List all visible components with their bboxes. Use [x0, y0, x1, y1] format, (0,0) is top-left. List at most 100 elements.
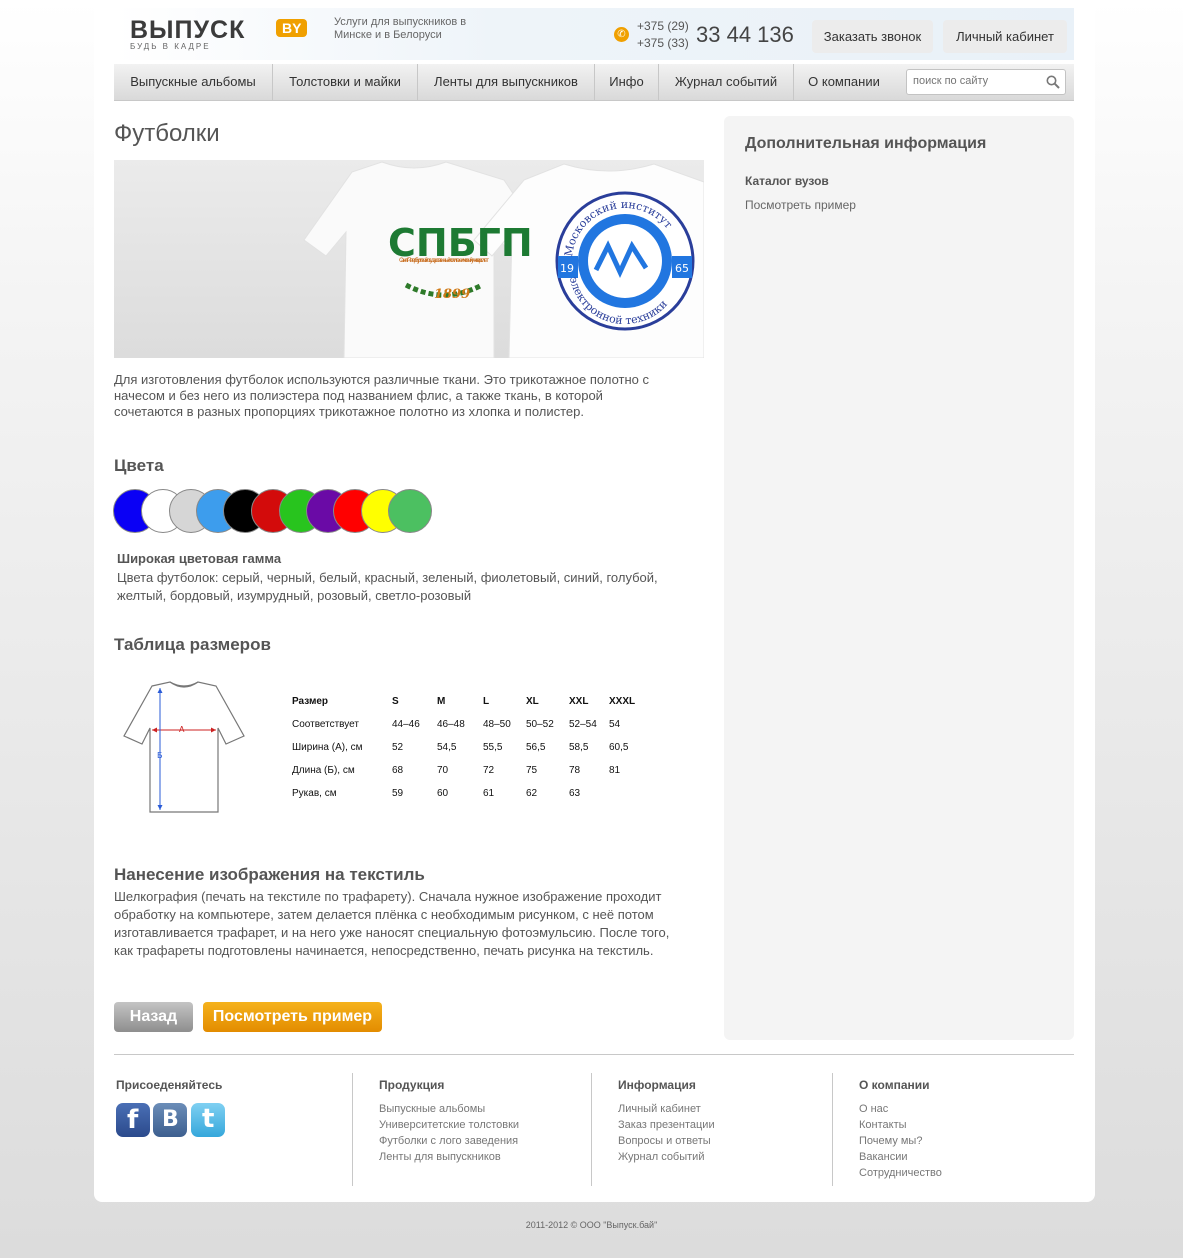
print-heading: Нанесение изображения на текстиль — [114, 865, 425, 884]
color-swatch[interactable] — [388, 489, 432, 533]
footer-link[interactable]: Почему мы? — [859, 1133, 942, 1149]
color-swatches — [113, 489, 443, 533]
sidebar-example-link[interactable]: Посмотреть пример — [745, 198, 856, 212]
logo-badge: BY — [276, 19, 308, 37]
header-services-text: Услуги для выпускников в Минске и в Бело… — [334, 16, 467, 41]
nav-item-hoodies[interactable]: Толстовки и майки — [273, 64, 418, 100]
footer-link[interactable]: Сотрудничество — [859, 1165, 942, 1181]
nav-item-about[interactable]: О компании — [794, 64, 894, 100]
footer-heading: Информация — [618, 1078, 696, 1092]
footer-link[interactable]: Вопросы и ответы — [618, 1133, 715, 1149]
table-cell: Ширина (А), см — [292, 742, 363, 753]
logo[interactable]: ВЫПУСК BY БУДЬ В КАДРЕ — [130, 16, 320, 56]
table-cell: 46–48 — [437, 719, 465, 730]
footer-heading: Продукция — [379, 1078, 445, 1092]
table-cell: XL — [526, 696, 539, 707]
footer-links: О нас Контакты Почему мы? Вакансии Сотру… — [859, 1101, 942, 1181]
footer-link[interactable]: Футболки с лого заведения — [379, 1133, 519, 1149]
footer-link[interactable]: Заказ презентации — [618, 1117, 715, 1133]
main-nav: Выпускные альбомы Толстовки и майки Лент… — [114, 64, 1074, 101]
print-text: Шелкография (печать на текстиле по трафа… — [114, 889, 670, 958]
footer-col-products: Продукция Выпускные альбомы Университетс… — [352, 1073, 589, 1186]
table-cell: 56,5 — [526, 742, 546, 753]
table-cell: 70 — [437, 765, 449, 776]
right-shirt-year-right: 65 — [675, 262, 689, 275]
right-shirt-year-left: 19 — [560, 262, 574, 275]
footer-link[interactable]: Контакты — [859, 1117, 942, 1133]
vkontakte-icon[interactable]: B — [153, 1103, 187, 1137]
colors-heading: Цвета — [114, 456, 164, 475]
product-banner: СПБГП Санкт-Петербургский государственны… — [114, 160, 704, 358]
facebook-icon[interactable]: f — [116, 1103, 150, 1137]
table-cell: S — [392, 696, 399, 707]
table-cell: 44–46 — [392, 719, 420, 730]
table-cell: Соответствует — [292, 719, 359, 730]
search-icon[interactable] — [1046, 75, 1060, 89]
table-cell: 60,5 — [609, 742, 629, 753]
colors-subheading: Широкая цветовая гамма — [117, 551, 282, 566]
table-cell: 54 — [609, 719, 621, 730]
page-container: ВЫПУСК BY БУДЬ В КАДРЕ Услуги для выпуск… — [94, 0, 1095, 1202]
twitter-icon[interactable]: t — [191, 1103, 225, 1137]
table-cell: M — [437, 696, 446, 707]
table-cell: 78 — [569, 765, 581, 776]
phone-icon: ✆ — [614, 27, 629, 42]
footer-links: Выпускные альбомы Университетские толсто… — [379, 1101, 519, 1165]
table-row: Соответствует 44–46 46–48 48–50 50–52 52… — [292, 713, 649, 736]
table-cell: 55,5 — [483, 742, 503, 753]
footer-link[interactable]: Ленты для выпускников — [379, 1149, 519, 1165]
diagram-label-b: Б — [157, 751, 163, 760]
table-cell: 50–52 — [526, 719, 554, 730]
nav-item-events[interactable]: Журнал событий — [659, 64, 794, 100]
personal-cabinet-button[interactable]: Личный кабинет — [943, 20, 1067, 53]
footer-link[interactable]: Выпускные альбомы — [379, 1101, 519, 1117]
footer-link[interactable]: О нас — [859, 1101, 942, 1117]
table-cell: 52–54 — [569, 719, 597, 730]
footer-links: Личный кабинет Заказ презентации Вопросы… — [618, 1101, 715, 1165]
table-cell: 63 — [569, 788, 581, 799]
nav-item-info[interactable]: Инфо — [595, 64, 659, 100]
table-row: Длина (Б), см 68 70 72 75 78 81 — [292, 759, 649, 782]
table-cell: 62 — [526, 788, 538, 799]
table-cell: 52 — [392, 742, 404, 753]
sizes-heading: Таблица размеров — [114, 635, 271, 654]
footer-col-company: О компании О нас Контакты Почему мы? Вак… — [832, 1073, 1069, 1186]
footer-col-info: Информация Личный кабинет Заказ презента… — [591, 1073, 828, 1186]
view-example-button[interactable]: Посмотреть пример — [203, 1002, 382, 1032]
search-input[interactable] — [913, 70, 1039, 92]
table-cell: 60 — [437, 788, 449, 799]
diagram-label-a: А — [179, 725, 185, 734]
table-cell: Рукав, см — [292, 788, 337, 799]
footer-link[interactable]: Университетские толстовки — [379, 1117, 519, 1133]
table-cell — [609, 782, 649, 805]
footer-divider — [114, 1054, 1074, 1055]
table-cell: Размер — [292, 696, 329, 707]
order-call-button[interactable]: Заказать звонок — [812, 20, 933, 53]
sidebar-subtitle: Каталог вузов — [745, 174, 829, 188]
table-cell: 48–50 — [483, 719, 511, 730]
table-cell: 81 — [609, 765, 621, 776]
copyright: 2011-2012 © ООО "Выпуск.бай" — [525, 1220, 658, 1230]
left-shirt-year: 1899 — [434, 287, 470, 302]
table-row: Ширина (А), см 52 54,5 55,5 56,5 58,5 60… — [292, 736, 649, 759]
nav-item-ribbons[interactable]: Ленты для выпускников — [418, 64, 595, 100]
phone-codes: +375 (29) +375 (33) — [637, 18, 689, 52]
nav-item-albums[interactable]: Выпускные альбомы — [114, 64, 273, 100]
table-cell: L — [483, 696, 490, 707]
footer-link[interactable]: Личный кабинет — [618, 1101, 715, 1117]
table-header-row: Размер S M L XL XXL XXXL — [292, 690, 649, 713]
intro-text: Для изготовления футболок используются р… — [114, 372, 649, 419]
footer-link[interactable]: Журнал событий — [618, 1149, 715, 1165]
phone-code-1: +375 (29) — [637, 19, 689, 33]
colors-text: Цвета футболок: серый, черный, белый, кр… — [117, 570, 658, 603]
table-cell: 54,5 — [437, 742, 457, 753]
logo-tagline: БУДЬ В КАДРЕ — [130, 42, 211, 51]
phone-number: 33 44 136 — [696, 22, 794, 47]
table-cell: 75 — [526, 765, 538, 776]
search-box — [906, 69, 1066, 95]
back-button[interactable]: Назад — [114, 1002, 193, 1032]
sidebar: Дополнительная информация Каталог вузов … — [724, 116, 1074, 1040]
tshirts-image: СПБГП Санкт-Петербургский государственны… — [114, 160, 704, 358]
left-shirt-sub: Санкт-Петербургский государственный поли… — [399, 257, 490, 264]
footer-link[interactable]: Вакансии — [859, 1149, 942, 1165]
